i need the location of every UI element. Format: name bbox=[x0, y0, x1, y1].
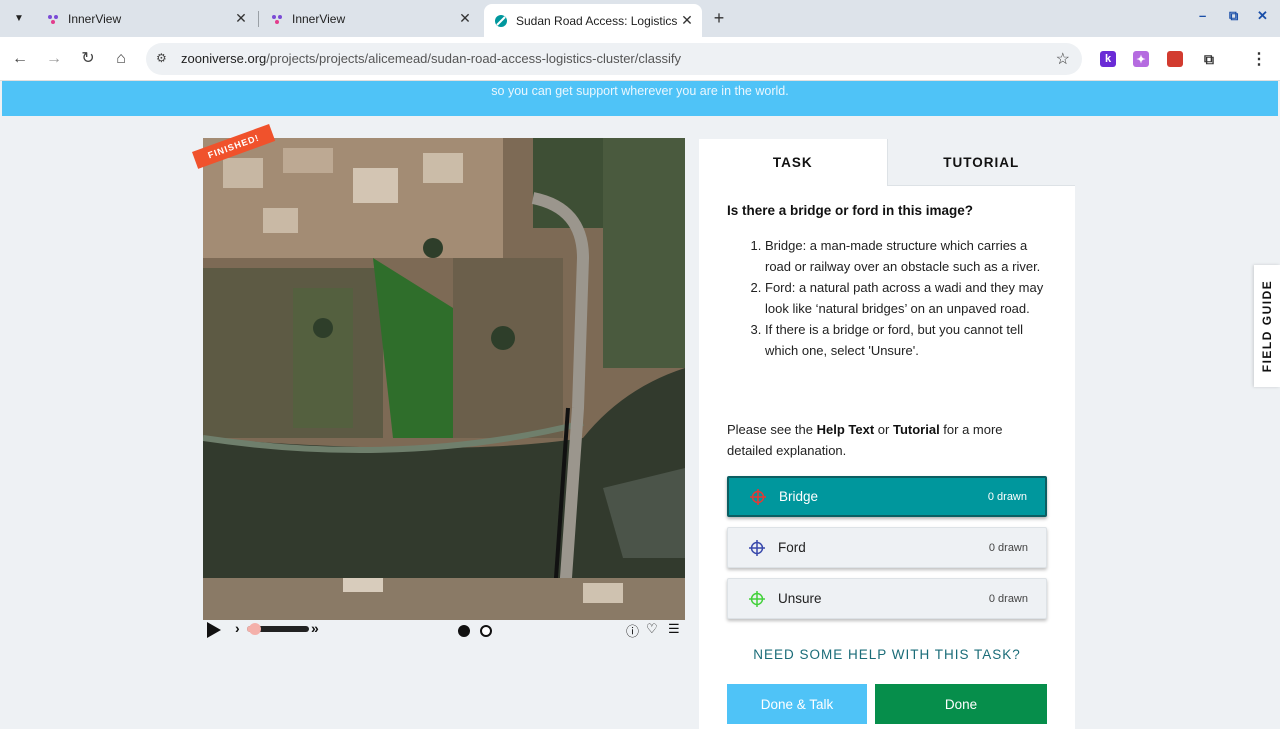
browser-tab-innerview-2[interactable]: InnerView ✕ bbox=[260, 4, 480, 33]
field-guide-tab[interactable]: FIELD GUIDE bbox=[1254, 265, 1280, 387]
tab-close-icon[interactable]: ✕ bbox=[232, 10, 250, 27]
tool-label: Ford bbox=[778, 540, 806, 555]
step-forward-icon[interactable]: › bbox=[235, 620, 240, 636]
satellite-image-art bbox=[203, 138, 685, 620]
done-button[interactable]: Done bbox=[875, 684, 1047, 724]
k-extension-icon[interactable]: k bbox=[1100, 51, 1116, 67]
tab-title: Sudan Road Access: Logistics bbox=[516, 13, 678, 28]
fast-forward-icon[interactable]: » bbox=[311, 620, 319, 636]
reload-icon[interactable]: ↻ bbox=[78, 49, 98, 69]
info-icon[interactable]: ⓘ bbox=[626, 621, 639, 640]
home-icon[interactable]: ⌂ bbox=[111, 49, 131, 69]
forward-arrow-icon[interactable]: → bbox=[44, 49, 64, 69]
task-tabs: TASK TUTORIAL bbox=[699, 139, 1075, 186]
innerview-favicon-icon bbox=[46, 12, 60, 26]
crosshair-icon bbox=[748, 539, 766, 557]
frame-slider[interactable] bbox=[247, 623, 309, 635]
collections-list-icon[interactable]: ☰ bbox=[668, 621, 680, 637]
site-info-icon[interactable]: ⚙ bbox=[156, 51, 167, 65]
browser-tab-zooniverse[interactable]: Sudan Road Access: Logistics ✕ bbox=[484, 4, 702, 37]
tab-divider bbox=[258, 11, 259, 27]
instruction-item: If there is a bridge or ford, but you ca… bbox=[765, 319, 1053, 361]
task-panel: TASK TUTORIAL Is there a bridge or ford … bbox=[699, 139, 1075, 729]
need-help-link[interactable]: NEED SOME HELP WITH THIS TASK? bbox=[699, 647, 1075, 662]
address-bar[interactable]: ⚙ zooniverse.org/projects/projects/alice… bbox=[146, 43, 1082, 75]
extensions-icon[interactable]: ⧉ bbox=[1201, 51, 1217, 67]
frame-slider-handle[interactable] bbox=[249, 623, 262, 635]
tab-close-icon[interactable]: ✕ bbox=[678, 12, 696, 29]
browser-menu-icon[interactable]: ⋮ bbox=[1251, 51, 1267, 68]
tab-task[interactable]: TASK bbox=[699, 139, 887, 186]
browser-tab-innerview-1[interactable]: InnerView ✕ bbox=[36, 4, 256, 33]
tool-count: 0 drawn bbox=[988, 592, 1028, 605]
instruction-item: Bridge: a man-made structure which carri… bbox=[765, 235, 1053, 277]
tool-label: Bridge bbox=[779, 489, 819, 504]
crosshair-icon bbox=[749, 488, 767, 506]
help-text-link: Help Text bbox=[816, 422, 875, 437]
tool-bridge-button[interactable]: Bridge 0 drawn bbox=[727, 476, 1047, 517]
restore-window-icon[interactable]: ⧉ bbox=[1229, 8, 1238, 24]
back-arrow-icon[interactable]: ← bbox=[10, 49, 30, 69]
tab-tutorial[interactable]: TUTORIAL bbox=[886, 139, 1075, 186]
task-instructions: Bridge: a man-made structure which carri… bbox=[727, 235, 1053, 361]
zooniverse-favicon-icon bbox=[494, 14, 508, 28]
tab-title: InnerView bbox=[68, 11, 122, 26]
tab-title: InnerView bbox=[292, 11, 346, 26]
innerview-favicon-icon bbox=[270, 12, 284, 26]
subject-viewer-controls: › » ⓘ ♡ ☰ bbox=[203, 620, 685, 640]
banner-text: so you can get support wherever you are … bbox=[491, 84, 789, 98]
task-question: Is there a bridge or ford in this image? bbox=[727, 203, 974, 218]
tool-label: Unsure bbox=[778, 591, 822, 606]
minimize-window-icon[interactable]: – bbox=[1199, 8, 1206, 23]
tab-close-icon[interactable]: ✕ bbox=[456, 10, 474, 27]
info-banner: so you can get support wherever you are … bbox=[2, 81, 1278, 116]
close-window-icon[interactable]: ✕ bbox=[1257, 8, 1268, 24]
tool-unsure-button[interactable]: Unsure 0 drawn bbox=[727, 578, 1047, 619]
tutorial-link: Tutorial bbox=[892, 422, 940, 437]
url-text: zooniverse.org/projects/projects/aliceme… bbox=[181, 51, 681, 66]
new-tab-button[interactable]: + bbox=[709, 8, 729, 29]
browser-tab-strip: ▼ InnerView ✕ InnerView ✕ Sudan Road Acc… bbox=[0, 0, 1280, 37]
book-extension-icon[interactable] bbox=[1167, 51, 1183, 67]
tool-count: 0 drawn bbox=[987, 490, 1027, 503]
browser-toolbar: ← → ↻ ⌂ ⚙ zooniverse.org/projects/projec… bbox=[0, 37, 1280, 81]
play-icon[interactable] bbox=[207, 622, 221, 638]
help-reference-text: Please see the Help Text or Tutorial for… bbox=[727, 422, 1003, 458]
frame-dot-1-icon[interactable] bbox=[458, 625, 470, 637]
instruction-item: Ford: a natural path across a wadi and t… bbox=[765, 277, 1053, 319]
crosshair-icon bbox=[748, 590, 766, 608]
tool-ford-button[interactable]: Ford 0 drawn bbox=[727, 527, 1047, 568]
bookmark-star-icon[interactable]: ☆ bbox=[1056, 49, 1070, 69]
tab-search-chevron-icon[interactable]: ▼ bbox=[8, 7, 30, 29]
field-guide-label: FIELD GUIDE bbox=[1260, 279, 1274, 373]
done-and-talk-button[interactable]: Done & Talk bbox=[727, 684, 867, 724]
tool-count: 0 drawn bbox=[988, 541, 1028, 554]
puzzle-extension-icon[interactable]: ✦ bbox=[1133, 51, 1149, 67]
frame-dot-2-icon[interactable] bbox=[480, 625, 492, 637]
satellite-subject-image[interactable] bbox=[203, 138, 685, 620]
favorite-heart-icon[interactable]: ♡ bbox=[646, 621, 658, 637]
